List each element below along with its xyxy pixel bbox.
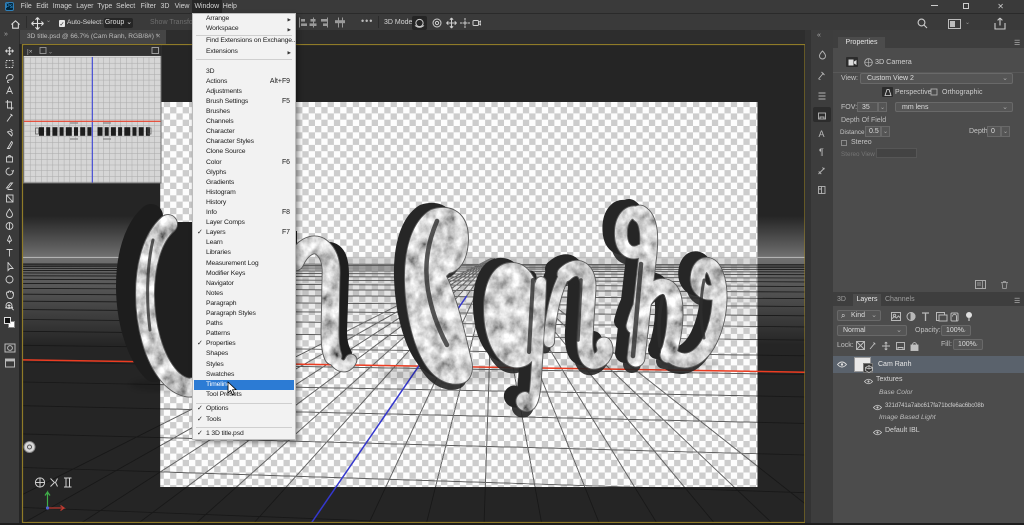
- svg-text:|×: |×: [27, 49, 33, 56]
- svg-text:⌄: ⌄: [48, 50, 53, 56]
- svg-text:¶: ¶: [819, 147, 824, 157]
- svg-text:A: A: [819, 129, 825, 139]
